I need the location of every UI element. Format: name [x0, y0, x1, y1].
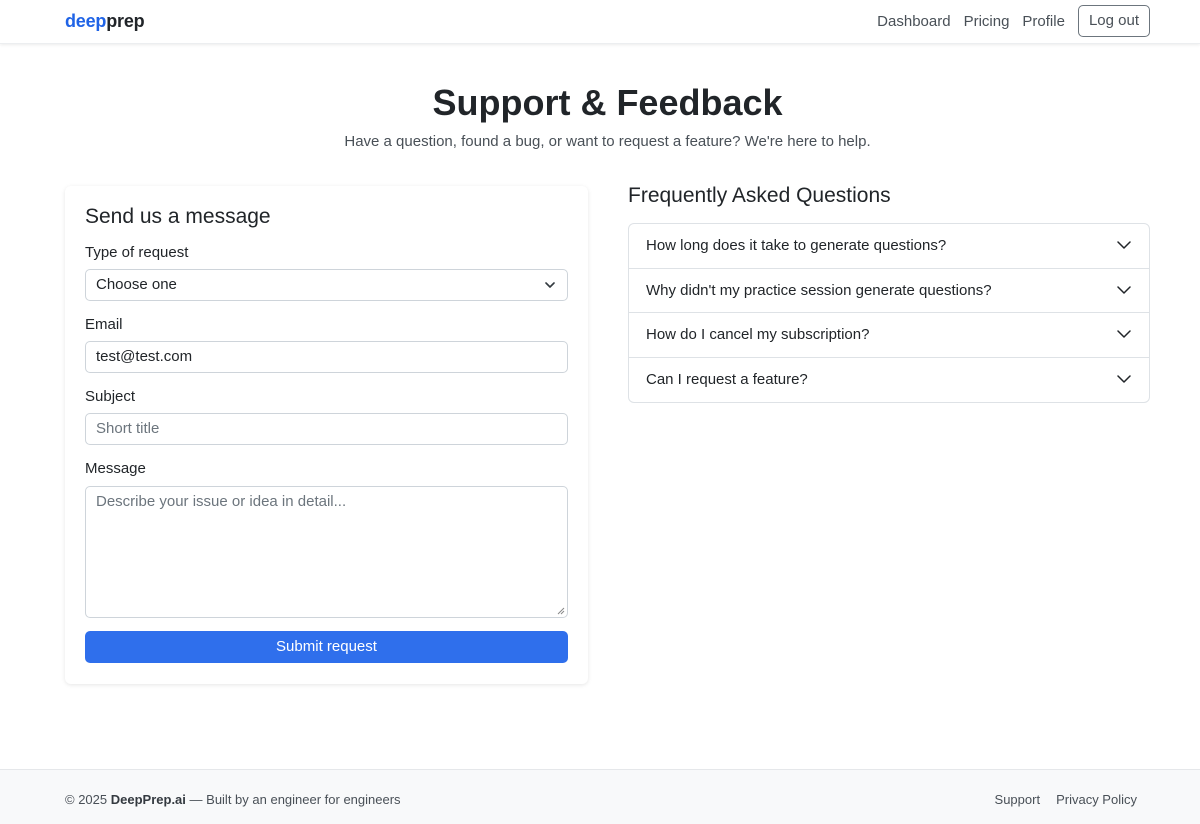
- email-field[interactable]: test@test.com: [85, 341, 568, 373]
- message-label: Message: [85, 460, 146, 477]
- faq-item[interactable]: How long does it take to generate questi…: [629, 224, 1149, 269]
- navbar: deepprep Dashboard Pricing Profile Log o…: [0, 0, 1200, 44]
- chevron-down-icon: [1117, 241, 1131, 249]
- brand-logo[interactable]: deepprep: [65, 11, 145, 32]
- footer-tagline: — Built by an engineer for engineers: [189, 792, 401, 807]
- brand-logo-part-1: deep: [65, 11, 107, 31]
- subject-label: Subject: [85, 388, 136, 405]
- support-form-card: Send us a message Type of request Choose…: [65, 186, 588, 684]
- resize-grip-icon[interactable]: [557, 607, 565, 615]
- faq-question: Why didn't my practice session generate …: [646, 281, 992, 299]
- type-label: Type of request: [85, 244, 189, 261]
- footer-copyright: © 2025 DeepPrep.ai — Built by an enginee…: [65, 792, 401, 807]
- message-textarea[interactable]: Describe your issue or idea in detail...: [85, 486, 568, 618]
- faq-question: How do I cancel my subscription?: [646, 326, 870, 344]
- chevron-down-icon: [545, 282, 555, 288]
- page-subtitle: Have a question, found a bug, or want to…: [344, 133, 871, 150]
- footer-brand: DeepPrep.ai: [110, 792, 186, 807]
- brand-logo-part-2: prep: [106, 11, 145, 31]
- form-title: Send us a message: [85, 205, 271, 228]
- page-title: Support & Feedback: [432, 82, 783, 123]
- nav-link-dashboard[interactable]: Dashboard: [877, 13, 950, 30]
- chevron-down-icon: [1117, 374, 1131, 383]
- chevron-down-icon: [1117, 285, 1131, 294]
- request-type-value: Choose one: [96, 276, 177, 293]
- faq-accordion: How long does it take to generate questi…: [628, 223, 1150, 403]
- request-type-select[interactable]: Choose one: [85, 269, 568, 301]
- footer-links: Support Privacy Policy: [979, 792, 1137, 807]
- faq-question: How long does it take to generate questi…: [646, 237, 947, 255]
- faq-title: Frequently Asked Questions: [628, 184, 891, 207]
- faq-item[interactable]: Why didn't my practice session generate …: [629, 269, 1149, 313]
- nav-link-profile[interactable]: Profile: [1022, 13, 1065, 30]
- footer-link-privacy[interactable]: Privacy Policy: [1056, 792, 1137, 807]
- email-label: Email: [85, 316, 123, 333]
- logout-button[interactable]: Log out: [1077, 5, 1150, 37]
- faq-item[interactable]: Can I request a feature?: [629, 358, 1149, 403]
- subject-input[interactable]: Short title: [85, 413, 568, 445]
- message-placeholder: Describe your issue or idea in detail...: [96, 493, 347, 510]
- chevron-down-icon: [1117, 330, 1131, 338]
- copyright-text: © 2025: [65, 792, 108, 807]
- footer: © 2025 DeepPrep.ai — Built by an enginee…: [0, 769, 1200, 824]
- nav-link-pricing[interactable]: Pricing: [964, 13, 1010, 30]
- footer-link-support[interactable]: Support: [995, 792, 1041, 807]
- nav-links: Dashboard Pricing Profile Log out: [877, 5, 1150, 37]
- faq-question: Can I request a feature?: [646, 371, 808, 389]
- faq-item[interactable]: How do I cancel my subscription?: [629, 313, 1149, 358]
- submit-request-button[interactable]: Submit request: [85, 631, 568, 663]
